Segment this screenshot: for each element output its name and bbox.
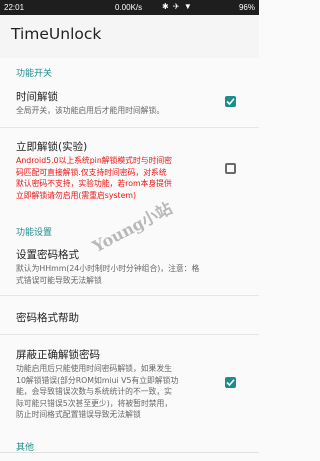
summary-line: Android5.0以上系统pin解锁模式时与时间密 bbox=[16, 156, 172, 165]
block-correct-checkbox[interactable] bbox=[225, 377, 236, 388]
app-title: TimeUnlock bbox=[11, 25, 102, 43]
status-bar: 22:01 0.00K/s ✱ ✈ ▼ 96% bbox=[0, 0, 259, 15]
summary-line: 能，会导致错误次数与系统统计的不一致，实 bbox=[16, 387, 172, 396]
divider bbox=[0, 334, 259, 335]
summary-line: 式错误可能导致无法解锁 bbox=[16, 275, 102, 285]
summary-line: 默认密码不支持，实验功能，若rom本身提供 bbox=[16, 179, 172, 188]
battery-level: 96% bbox=[238, 3, 255, 12]
divider bbox=[0, 127, 259, 128]
section-header-switch: 功能开关 bbox=[16, 69, 53, 79]
summary-line: 功能启用后只能使用时间密码解锁，如果发生 bbox=[16, 364, 172, 373]
summary-line: 10解锁错误(部分ROM如miui V5有立即解锁功 bbox=[16, 375, 179, 385]
pref-password-format-summary: 默认为HHmm(24小时制时小时分钟组合)，注意：格 式错误可能导致无法解锁 bbox=[16, 263, 199, 286]
divider bbox=[0, 295, 259, 296]
summary-line: 默认为HHmm(24小时制时小时分钟组合)，注意：格 bbox=[16, 264, 200, 273]
status-time: 22:01 bbox=[4, 3, 25, 12]
instant-unlock-checkbox[interactable] bbox=[225, 163, 236, 174]
pref-password-format-title: 设置密码格式 bbox=[16, 249, 79, 261]
check-icon bbox=[226, 98, 235, 106]
pref-time-unlock-summary: 全局开关，该功能启用后才能用时间解锁。 bbox=[16, 106, 165, 115]
pref-block-correct-title: 屏蔽正确解锁密码 bbox=[16, 349, 100, 361]
pref-instant-unlock-title: 立即解锁(实验) bbox=[16, 141, 88, 153]
summary-line: 际可能只错误5次甚至更少)，将被暂时禁用， bbox=[16, 398, 173, 408]
pref-instant-unlock-summary: Android5.0以上系统pin解锁模式时与时间密 码匹配可直接解锁.仅支持时… bbox=[16, 155, 172, 201]
pref-time-unlock-title: 时间解锁 bbox=[16, 91, 58, 103]
section-header-settings: 功能设置 bbox=[16, 228, 53, 238]
summary-line: 码匹配可直接解锁.仅支持时间密码，对系统 bbox=[16, 167, 167, 177]
pref-format-help-title: 密码格式帮助 bbox=[16, 312, 79, 324]
summary-line: 防止时间格式配置错误导致无法解锁 bbox=[16, 410, 141, 419]
network-speed: 0.00K/s bbox=[115, 3, 143, 12]
time-unlock-checkbox[interactable] bbox=[225, 96, 236, 107]
status-icons: ✱ ✈ ▼ bbox=[162, 2, 193, 11]
check-icon bbox=[226, 379, 235, 387]
summary-line: 立即解锁请勿启用(需重启system) bbox=[16, 190, 137, 200]
pref-block-correct-summary: 功能启用后只能使用时间密码解锁，如果发生 10解锁错误(部分ROM如miui V… bbox=[16, 363, 178, 421]
watermark: Young小站 bbox=[89, 198, 176, 257]
app-bar: TimeUnlock bbox=[0, 15, 259, 58]
